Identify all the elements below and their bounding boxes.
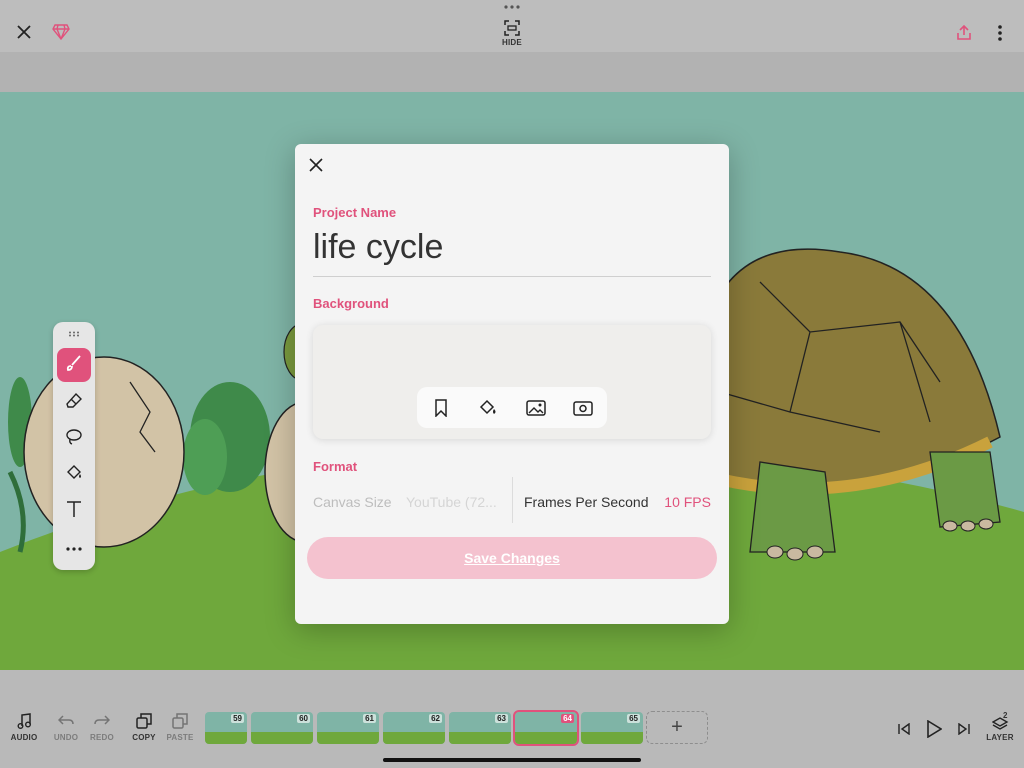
text-tool[interactable] bbox=[57, 494, 91, 528]
share-icon[interactable] bbox=[952, 21, 976, 45]
palette-grip-icon[interactable] bbox=[66, 330, 82, 338]
audio-button[interactable]: AUDIO bbox=[8, 713, 40, 745]
canvas-size-label: Canvas Size bbox=[313, 494, 392, 510]
skip-to-end-icon[interactable] bbox=[954, 719, 974, 739]
project-name-input[interactable]: life cycle bbox=[313, 228, 443, 267]
frame-number: 60 bbox=[297, 714, 310, 723]
more-icon bbox=[66, 538, 82, 556]
frame-thumbnail[interactable]: 65 bbox=[581, 712, 643, 744]
frame-thumbnail[interactable]: 59 bbox=[205, 712, 247, 744]
format-row: Canvas Size YouTube (72... Frames Per Se… bbox=[313, 477, 711, 523]
close-icon[interactable] bbox=[12, 20, 36, 44]
save-changes-button[interactable]: Save Changes bbox=[307, 537, 717, 579]
bookmark-icon[interactable] bbox=[429, 396, 453, 420]
format-label: Format bbox=[313, 459, 358, 474]
copy-label: COPY bbox=[132, 733, 156, 742]
skip-to-start-icon[interactable] bbox=[894, 719, 914, 739]
frame-number: 62 bbox=[429, 714, 442, 723]
fps-value[interactable]: 10 FPS bbox=[664, 494, 711, 510]
redo-icon bbox=[94, 713, 110, 729]
brush-tool[interactable] bbox=[57, 348, 91, 382]
lasso-tool[interactable] bbox=[57, 422, 91, 456]
background-tools bbox=[417, 387, 607, 428]
frame-thumbnail[interactable]: 60 bbox=[251, 712, 313, 744]
background-preview[interactable] bbox=[313, 325, 711, 439]
premium-gem-icon[interactable] bbox=[50, 22, 72, 42]
redo-button[interactable]: REDO bbox=[86, 713, 118, 745]
paste-icon bbox=[172, 713, 188, 729]
camera-icon[interactable] bbox=[571, 396, 595, 420]
dialog-close-icon[interactable] bbox=[305, 154, 327, 176]
hide-label: HIDE bbox=[502, 38, 522, 47]
top-toolbar: HIDE bbox=[0, 0, 1024, 52]
frame-number: 61 bbox=[363, 714, 376, 723]
redo-label: REDO bbox=[90, 733, 114, 742]
background-label: Background bbox=[313, 296, 389, 311]
hide-icon bbox=[504, 20, 520, 36]
hide-button[interactable]: HIDE bbox=[496, 18, 528, 50]
lasso-icon bbox=[65, 428, 83, 451]
play-icon[interactable] bbox=[922, 717, 946, 741]
frame-thumbnail[interactable]: 63 bbox=[449, 712, 511, 744]
undo-label: UNDO bbox=[53, 733, 79, 742]
fill-icon bbox=[65, 464, 83, 487]
frame-thumbnail[interactable]: 61 bbox=[317, 712, 379, 744]
frame-thumbnail-active[interactable]: 64 bbox=[513, 710, 579, 746]
layer-count: 2 bbox=[1003, 711, 1008, 720]
more-tools[interactable] bbox=[57, 530, 91, 564]
frame-number: 59 bbox=[231, 714, 244, 723]
image-icon[interactable] bbox=[524, 396, 548, 420]
eraser-icon bbox=[65, 392, 83, 415]
add-frame-button[interactable]: + bbox=[646, 711, 708, 744]
paste-button[interactable]: PASTE bbox=[164, 713, 196, 745]
more-options-icon[interactable] bbox=[990, 21, 1010, 45]
frame-thumbnail[interactable]: 62 bbox=[383, 712, 445, 744]
undo-button[interactable]: UNDO bbox=[50, 713, 82, 745]
frame-number: 64 bbox=[561, 714, 574, 723]
drag-handle-icon bbox=[500, 2, 524, 12]
copy-button[interactable]: COPY bbox=[128, 713, 160, 745]
text-icon bbox=[65, 500, 83, 523]
audio-label: AUDIO bbox=[10, 733, 38, 742]
paint-bucket-icon[interactable] bbox=[476, 396, 500, 420]
layer-button[interactable]: 2 LAYER bbox=[984, 711, 1016, 745]
undo-icon bbox=[58, 713, 74, 729]
canvas-margin bbox=[0, 52, 1024, 92]
music-note-icon bbox=[16, 713, 32, 729]
canvas-size-value[interactable]: YouTube (72... bbox=[406, 494, 497, 510]
project-name-underline bbox=[313, 276, 711, 277]
fps-label: Frames Per Second bbox=[524, 494, 649, 510]
brush-icon bbox=[65, 354, 83, 377]
format-divider bbox=[512, 477, 513, 523]
layer-label: LAYER bbox=[986, 733, 1014, 742]
project-name-label: Project Name bbox=[313, 205, 397, 220]
home-indicator bbox=[383, 758, 641, 762]
frame-number: 63 bbox=[495, 714, 508, 723]
tool-palette bbox=[53, 322, 95, 570]
paste-label: PASTE bbox=[166, 733, 194, 742]
fill-tool[interactable] bbox=[57, 458, 91, 492]
project-settings-dialog: Project Name life cycle Background Forma… bbox=[295, 144, 729, 624]
eraser-tool[interactable] bbox=[57, 386, 91, 420]
copy-icon bbox=[136, 713, 152, 729]
frame-number: 65 bbox=[627, 714, 640, 723]
